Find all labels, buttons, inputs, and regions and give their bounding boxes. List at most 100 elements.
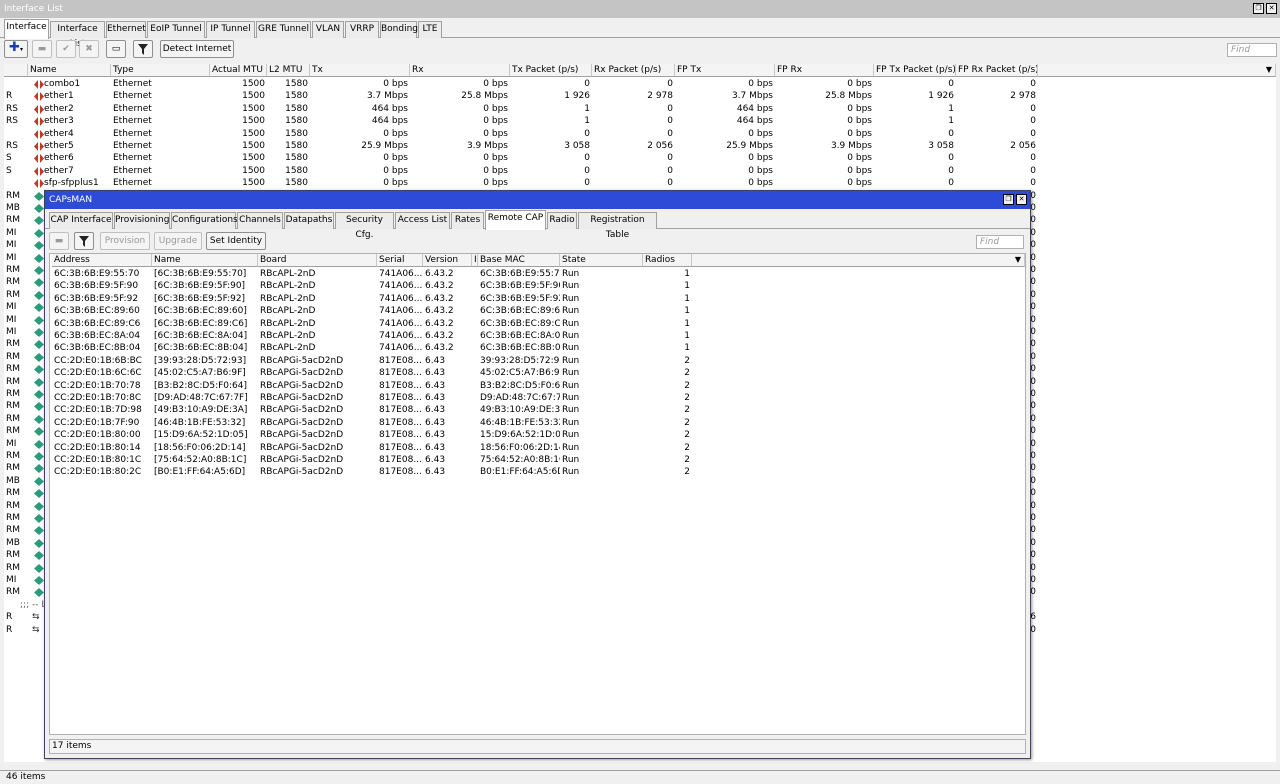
column-menu-icon[interactable]: ▼ [1015, 255, 1021, 264]
table-row[interactable]: RS ether3 Ethernet 1500 1580 464 bps 0 bps 1 0 46… [4, 115, 1276, 127]
tab-interface-list[interactable]: Interface List [50, 21, 105, 49]
table-row[interactable]: 6C:3B:6B:EC:8A:04 [6C:3B:6B:EC:8A:04] RBcA… [50, 330, 1025, 342]
tab-channels[interactable]: Channels [237, 212, 283, 229]
set-identity-button[interactable]: Set Identity [206, 232, 266, 250]
check-icon: ✔ [62, 44, 70, 54]
comment-button[interactable]: ▭ [106, 40, 126, 58]
column-header[interactable]: Tx Packet (p/s) [510, 64, 592, 77]
column-header[interactable]: L2 MTU [267, 64, 310, 77]
table-row[interactable]: 6C:3B:6B:E9:55:70 [6C:3B:6B:E9:55:70] RBcA… [50, 268, 1025, 280]
tab-datapaths[interactable]: Datapaths [284, 212, 334, 229]
restore-icon[interactable]: ❐ [1253, 3, 1264, 14]
close-icon[interactable]: ✕ [1016, 194, 1027, 205]
tab-access-list[interactable]: Access List [395, 212, 450, 229]
column-header[interactable]: Address [52, 254, 152, 267]
tab-vlan[interactable]: VLAN [312, 21, 344, 38]
tab-ip-tunnel[interactable]: IP Tunnel [206, 21, 255, 38]
tab-rates[interactable]: Rates [451, 212, 484, 229]
detect-internet-button[interactable]: Detect Internet [160, 40, 234, 58]
table-row[interactable]: Sether6 Ethernet 1500 1580 0 bps 0 bps 0 0 0 bps… [4, 152, 1276, 164]
remove-button[interactable]: ▬ [32, 40, 52, 58]
row-flags: MI [6, 438, 17, 449]
column-header[interactable]: Version [423, 254, 472, 267]
table-row[interactable]: CC:2D:E0:1B:6C:6C [45:02:C5:A7:B6:9F] RBcA… [50, 367, 1025, 379]
tab-security-cfg-[interactable]: Security Cfg. [335, 212, 394, 240]
upgrade-button[interactable]: Upgrade [154, 232, 202, 250]
column-header[interactable]: Tx [310, 64, 410, 77]
column-header[interactable]: FP Tx [675, 64, 775, 77]
column-header[interactable]: Name [28, 64, 111, 77]
table-row[interactable]: RS ether5 Ethernet 1500 1580 25.9 Mbps 3.9 Mbp… [4, 140, 1276, 152]
tab-remote-cap[interactable]: Remote CAP [485, 210, 546, 230]
filter-icon [138, 44, 148, 55]
table-row[interactable]: 6C:3B:6B:EC:89:C6 [6C:3B:6B:EC:89:C6] RBcA… [50, 318, 1025, 330]
table-row[interactable]: CC:2D:E0:1B:80:1C [75:64:52:A0:8B:1C] RBcA… [50, 454, 1025, 466]
disable-button[interactable]: ✖ [79, 40, 99, 58]
enable-button[interactable]: ✔ [56, 40, 76, 58]
column-header[interactable]: Radios [643, 254, 692, 267]
table-row[interactable]: CC:2D:E0:1B:6B:BC [39:93:28:D5:72:93] RBcA… [50, 355, 1025, 367]
tab-ethernet[interactable]: Ethernet [106, 21, 146, 38]
table-row[interactable]: 6C:3B:6B:E9:5F:92 [6C:3B:6B:E9:5F:92] RBcA… [50, 293, 1025, 305]
tab-bonding[interactable]: Bonding [380, 21, 418, 38]
column-header[interactable]: Name [152, 254, 258, 267]
column-header[interactable]: Type [111, 64, 210, 77]
close-icon[interactable]: ✕ [1266, 3, 1277, 14]
cell-rxp: 2 056 [647, 141, 673, 151]
table-row[interactable]: CC:2D:E0:1B:70:8C [D9:AD:48:7C:67:7F] RBcA… [50, 392, 1025, 404]
table-row[interactable]: CC:2D:E0:1B:7F:90 [46:4B:1B:FE:53:32] RBcA… [50, 417, 1025, 429]
column-menu-icon[interactable]: ▼ [1266, 65, 1272, 74]
cell-version: 6.43 [425, 467, 446, 478]
cell-name: [45:02:C5:A7:B6:9F] [154, 368, 246, 379]
table-row[interactable]: 6C:3B:6B:E9:5F:90 [6C:3B:6B:E9:5F:90] RBcA… [50, 280, 1025, 292]
table-row[interactable]: CC:2D:E0:1B:80:14 [18:56:F0:06:2D:14] RBcA… [50, 442, 1025, 454]
table-row[interactable]: combo1 Ethernet 1500 1580 0 bps 0 bps 0 0 0 bps 0… [4, 78, 1276, 90]
tab-configurations[interactable]: Configurations [171, 212, 238, 229]
column-header[interactable]: Rx Packet (p/s) [592, 64, 675, 77]
table-row[interactable]: 6C:3B:6B:EC:89:60 [6C:3B:6B:EC:89:60] RBcA… [50, 305, 1025, 317]
cell-board: RBcAPGi-5acD2nD [260, 380, 344, 391]
provision-button[interactable]: Provision [100, 232, 150, 250]
tab-gre-tunnel[interactable]: GRE Tunnel [256, 21, 311, 38]
tab-lte[interactable]: LTE [418, 21, 442, 38]
tab-eoip-tunnel[interactable]: EoIP Tunnel [147, 21, 205, 38]
capsman-window: CAPsMAN ❐ ✕ CAP Interface Provisioning Con… [44, 190, 1031, 759]
tab-vrrp[interactable]: VRRP [345, 21, 379, 38]
table-row[interactable]: ether4 Ethernet 1500 1580 0 bps 0 bps 0 0 0 bps 0… [4, 128, 1276, 140]
remove-button[interactable]: ▬ [49, 232, 69, 250]
cell-name: ether7 [44, 165, 74, 176]
find-input[interactable]: Find [1227, 43, 1277, 57]
column-header[interactable]: FP Rx [775, 64, 874, 77]
row-flags: MB [6, 537, 20, 548]
tab-cap-interface[interactable]: CAP Interface [49, 212, 113, 229]
table-row[interactable]: 6C:3B:6B:EC:8B:04 [6C:3B:6B:EC:8B:04] RBcA… [50, 342, 1025, 354]
find-input[interactable]: Find [976, 235, 1024, 249]
table-row[interactable]: Rether1 Ethernet 1500 1580 3.7 Mbps 25.8 Mbps… [4, 90, 1276, 102]
column-header[interactable]: FP Tx Packet (p/s) [874, 64, 956, 77]
table-row[interactable]: CC:2D:E0:1B:7D:98 [49:B3:10:A9:DE:3A] RBcA… [50, 404, 1025, 416]
table-row[interactable]: RS ether2 Ethernet 1500 1580 464 bps 0 bps 1 0 46… [4, 103, 1276, 115]
column-header[interactable]: Rx [410, 64, 510, 77]
wireless-interface-icon [34, 588, 44, 598]
tab-registration-table[interactable]: Registration Table [578, 212, 657, 240]
tab-interface[interactable]: Interface [4, 19, 49, 39]
restore-icon[interactable]: ❐ [1003, 194, 1014, 205]
filter-button[interactable] [133, 40, 153, 58]
column-header[interactable]: Board [258, 254, 377, 267]
column-header[interactable]: Base MAC [478, 254, 560, 267]
table-row[interactable]: CC:2D:E0:1B:80:2C [B0:E1:FF:64:A5:6D] RBcA… [50, 466, 1025, 478]
filter-button[interactable] [74, 232, 94, 250]
column-header[interactable]: FP Rx Packet (p/s) [956, 64, 1038, 77]
column-header-flags [4, 64, 28, 77]
column-header[interactable]: State [560, 254, 643, 267]
cell-tx: 0 bps [383, 165, 408, 176]
column-header[interactable]: Serial [377, 254, 423, 267]
table-row[interactable]: Sether7 Ethernet 1500 1580 0 bps 0 bps 0 0 0 bps… [4, 165, 1276, 177]
table-row[interactable]: CC:2D:E0:1B:70:78 [B3:B2:8C:D5:F0:64] RBcA… [50, 380, 1025, 392]
add-button[interactable]: ✚▾ [4, 40, 28, 58]
tab-radio[interactable]: Radio [547, 212, 577, 229]
tab-provisioning[interactable]: Provisioning [114, 212, 170, 229]
table-row[interactable]: sfp-sfpplus1 Ethernet 1500 1580 0 bps 0 bps 0 0… [4, 177, 1276, 189]
column-header[interactable]: Actual MTU [210, 64, 267, 77]
table-row[interactable]: CC:2D:E0:1B:80:00 [15:D9:6A:52:1D:05] RBcA… [50, 429, 1025, 441]
